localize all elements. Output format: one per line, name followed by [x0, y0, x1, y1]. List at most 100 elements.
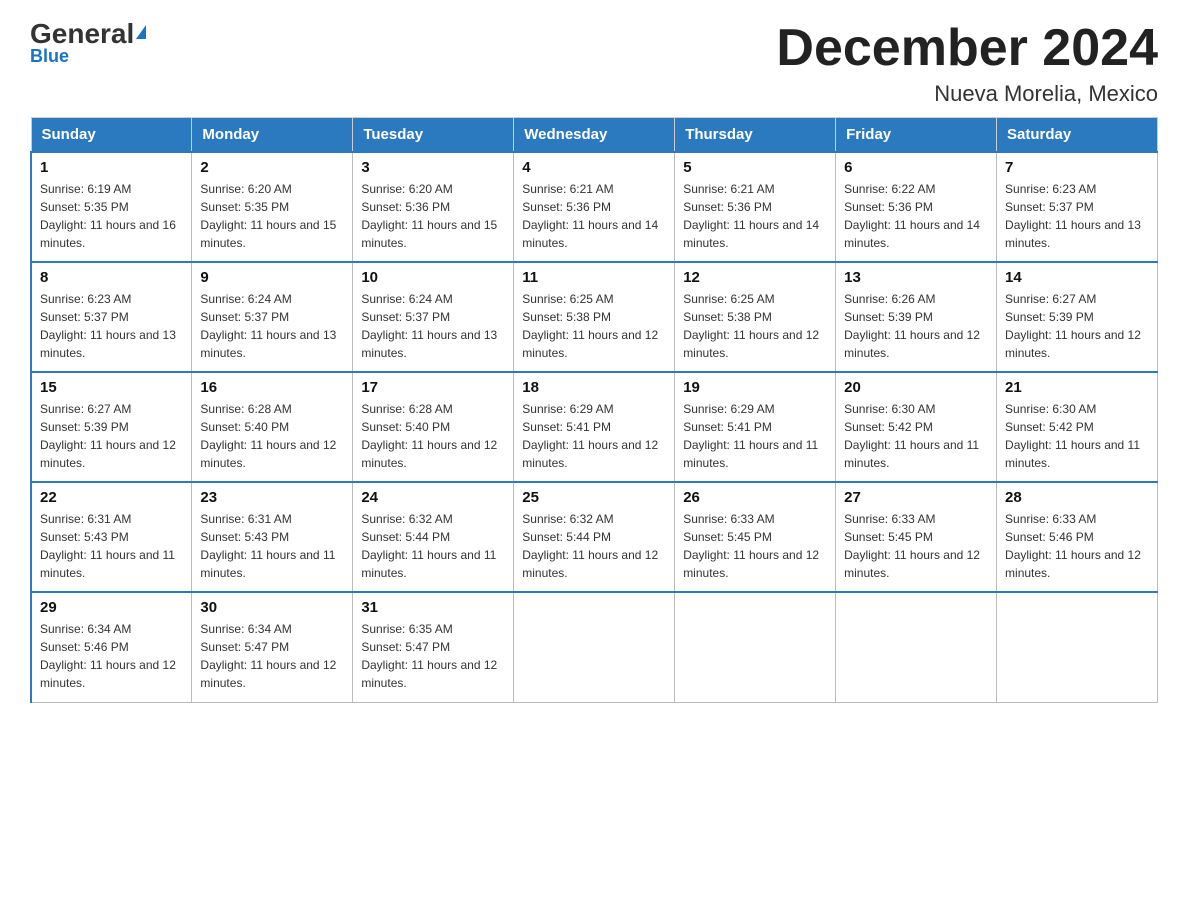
column-header-thursday: Thursday — [675, 118, 836, 153]
calendar-cell: 28Sunrise: 6:33 AMSunset: 5:46 PMDayligh… — [997, 482, 1158, 592]
calendar-cell: 26 Sunrise: 6:33 AMSunset: 5:45 PMDayligh… — [675, 482, 836, 592]
calendar-table: SundayMondayTuesdayWednesdayThursdayFrid… — [30, 117, 1158, 703]
calendar-cell — [675, 592, 836, 702]
day-number: 19 — [683, 379, 827, 396]
day-number: 24 — [361, 489, 505, 506]
day-number: 18 — [522, 379, 666, 396]
calendar-cell: 16 Sunrise: 6:28 AMSunset: 5:40 PMDayligh… — [192, 372, 353, 482]
day-number: 26 — [683, 489, 827, 506]
calendar-cell: 15Sunrise: 6:27 AMSunset: 5:39 PMDayligh… — [31, 372, 192, 482]
calendar-cell: 12 Sunrise: 6:25 AMSunset: 5:38 PMDayligh… — [675, 262, 836, 372]
week-row-5: 29 Sunrise: 6:34 AMSunset: 5:46 PMDayligh… — [31, 592, 1158, 702]
day-number: 25 — [522, 489, 666, 506]
day-info: Sunrise: 6:28 AMSunset: 5:40 PMDaylight:… — [200, 400, 344, 472]
day-info: Sunrise: 6:25 AMSunset: 5:38 PMDaylight:… — [522, 290, 666, 362]
day-number: 28 — [1005, 489, 1149, 506]
day-number: 17 — [361, 379, 505, 396]
day-number: 2 — [200, 159, 344, 176]
day-number: 7 — [1005, 159, 1149, 176]
calendar-cell: 10 Sunrise: 6:24 AMSunset: 5:37 PMDayligh… — [353, 262, 514, 372]
calendar-cell — [836, 592, 997, 702]
calendar-cell: 8 Sunrise: 6:23 AMSunset: 5:37 PMDaylight… — [31, 262, 192, 372]
day-info: Sunrise: 6:33 AMSunset: 5:45 PMDaylight:… — [844, 510, 988, 582]
calendar-cell: 7Sunrise: 6:23 AMSunset: 5:37 PMDaylight… — [997, 152, 1158, 262]
column-header-tuesday: Tuesday — [353, 118, 514, 153]
calendar-cell: 19 Sunrise: 6:29 AMSunset: 5:41 PMDayligh… — [675, 372, 836, 482]
calendar-header-row: SundayMondayTuesdayWednesdayThursdayFrid… — [31, 118, 1158, 153]
calendar-cell: 21Sunrise: 6:30 AMSunset: 5:42 PMDayligh… — [997, 372, 1158, 482]
day-number: 27 — [844, 489, 988, 506]
day-info: Sunrise: 6:26 AMSunset: 5:39 PMDaylight:… — [844, 290, 988, 362]
week-row-2: 8 Sunrise: 6:23 AMSunset: 5:37 PMDaylight… — [31, 262, 1158, 372]
day-info: Sunrise: 6:32 AMSunset: 5:44 PMDaylight:… — [522, 510, 666, 582]
day-number: 30 — [200, 599, 344, 616]
calendar-cell: 25 Sunrise: 6:32 AMSunset: 5:44 PMDayligh… — [514, 482, 675, 592]
calendar-cell: 27 Sunrise: 6:33 AMSunset: 5:45 PMDayligh… — [836, 482, 997, 592]
day-info: Sunrise: 6:24 AMSunset: 5:37 PMDaylight:… — [361, 290, 505, 362]
location-subtitle: Nueva Morelia, Mexico — [776, 81, 1158, 107]
day-number: 31 — [361, 599, 505, 616]
calendar-cell: 9 Sunrise: 6:24 AMSunset: 5:37 PMDaylight… — [192, 262, 353, 372]
day-number: 9 — [200, 269, 344, 286]
day-info: Sunrise: 6:24 AMSunset: 5:37 PMDaylight:… — [200, 290, 344, 362]
day-info: Sunrise: 6:21 AMSunset: 5:36 PMDaylight:… — [522, 180, 666, 252]
day-number: 8 — [40, 269, 183, 286]
day-info: Sunrise: 6:29 AMSunset: 5:41 PMDaylight:… — [683, 400, 827, 472]
day-info: Sunrise: 6:28 AMSunset: 5:40 PMDaylight:… — [361, 400, 505, 472]
logo-triangle-icon — [136, 25, 146, 39]
logo-main: General — [30, 20, 146, 48]
day-info: Sunrise: 6:29 AMSunset: 5:41 PMDaylight:… — [522, 400, 666, 472]
column-header-saturday: Saturday — [997, 118, 1158, 153]
day-info: Sunrise: 6:34 AMSunset: 5:46 PMDaylight:… — [40, 620, 183, 692]
week-row-1: 1Sunrise: 6:19 AMSunset: 5:35 PMDaylight… — [31, 152, 1158, 262]
day-info: Sunrise: 6:25 AMSunset: 5:38 PMDaylight:… — [683, 290, 827, 362]
day-info: Sunrise: 6:23 AMSunset: 5:37 PMDaylight:… — [40, 290, 183, 362]
day-number: 11 — [522, 269, 666, 286]
calendar-cell: 30 Sunrise: 6:34 AMSunset: 5:47 PMDayligh… — [192, 592, 353, 702]
logo: General Blue — [30, 20, 146, 67]
logo-subtitle: Blue — [30, 46, 69, 67]
day-number: 15 — [40, 379, 183, 396]
calendar-title: December 2024 — [776, 20, 1158, 77]
day-info: Sunrise: 6:31 AMSunset: 5:43 PMDaylight:… — [200, 510, 344, 582]
calendar-cell: 23 Sunrise: 6:31 AMSunset: 5:43 PMDayligh… — [192, 482, 353, 592]
column-header-wednesday: Wednesday — [514, 118, 675, 153]
week-row-4: 22Sunrise: 6:31 AMSunset: 5:43 PMDayligh… — [31, 482, 1158, 592]
day-number: 12 — [683, 269, 827, 286]
calendar-cell: 24 Sunrise: 6:32 AMSunset: 5:44 PMDayligh… — [353, 482, 514, 592]
day-number: 29 — [40, 599, 183, 616]
calendar-cell: 31 Sunrise: 6:35 AMSunset: 5:47 PMDayligh… — [353, 592, 514, 702]
day-number: 10 — [361, 269, 505, 286]
calendar-cell: 2 Sunrise: 6:20 AMSunset: 5:35 PMDaylight… — [192, 152, 353, 262]
calendar-cell: 18 Sunrise: 6:29 AMSunset: 5:41 PMDayligh… — [514, 372, 675, 482]
day-number: 23 — [200, 489, 344, 506]
calendar-cell: 17 Sunrise: 6:28 AMSunset: 5:40 PMDayligh… — [353, 372, 514, 482]
day-info: Sunrise: 6:30 AMSunset: 5:42 PMDaylight:… — [844, 400, 988, 472]
calendar-cell: 5Sunrise: 6:21 AMSunset: 5:36 PMDaylight… — [675, 152, 836, 262]
page-header: General Blue December 2024 Nueva Morelia… — [30, 20, 1158, 107]
day-number: 13 — [844, 269, 988, 286]
calendar-cell: 22Sunrise: 6:31 AMSunset: 5:43 PMDayligh… — [31, 482, 192, 592]
day-number: 14 — [1005, 269, 1149, 286]
day-number: 4 — [522, 159, 666, 176]
day-number: 20 — [844, 379, 988, 396]
day-info: Sunrise: 6:19 AMSunset: 5:35 PMDaylight:… — [40, 180, 183, 252]
day-info: Sunrise: 6:35 AMSunset: 5:47 PMDaylight:… — [361, 620, 505, 692]
day-number: 21 — [1005, 379, 1149, 396]
calendar-cell: 3 Sunrise: 6:20 AMSunset: 5:36 PMDaylight… — [353, 152, 514, 262]
day-info: Sunrise: 6:27 AMSunset: 5:39 PMDaylight:… — [1005, 290, 1149, 362]
calendar-cell: 29 Sunrise: 6:34 AMSunset: 5:46 PMDayligh… — [31, 592, 192, 702]
day-info: Sunrise: 6:20 AMSunset: 5:35 PMDaylight:… — [200, 180, 344, 252]
calendar-cell: 1Sunrise: 6:19 AMSunset: 5:35 PMDaylight… — [31, 152, 192, 262]
day-info: Sunrise: 6:20 AMSunset: 5:36 PMDaylight:… — [361, 180, 505, 252]
calendar-cell — [514, 592, 675, 702]
day-info: Sunrise: 6:31 AMSunset: 5:43 PMDaylight:… — [40, 510, 183, 582]
week-row-3: 15Sunrise: 6:27 AMSunset: 5:39 PMDayligh… — [31, 372, 1158, 482]
day-number: 16 — [200, 379, 344, 396]
day-info: Sunrise: 6:32 AMSunset: 5:44 PMDaylight:… — [361, 510, 505, 582]
calendar-cell — [997, 592, 1158, 702]
day-number: 3 — [361, 159, 505, 176]
day-info: Sunrise: 6:34 AMSunset: 5:47 PMDaylight:… — [200, 620, 344, 692]
day-info: Sunrise: 6:33 AMSunset: 5:45 PMDaylight:… — [683, 510, 827, 582]
calendar-cell: 6Sunrise: 6:22 AMSunset: 5:36 PMDaylight… — [836, 152, 997, 262]
